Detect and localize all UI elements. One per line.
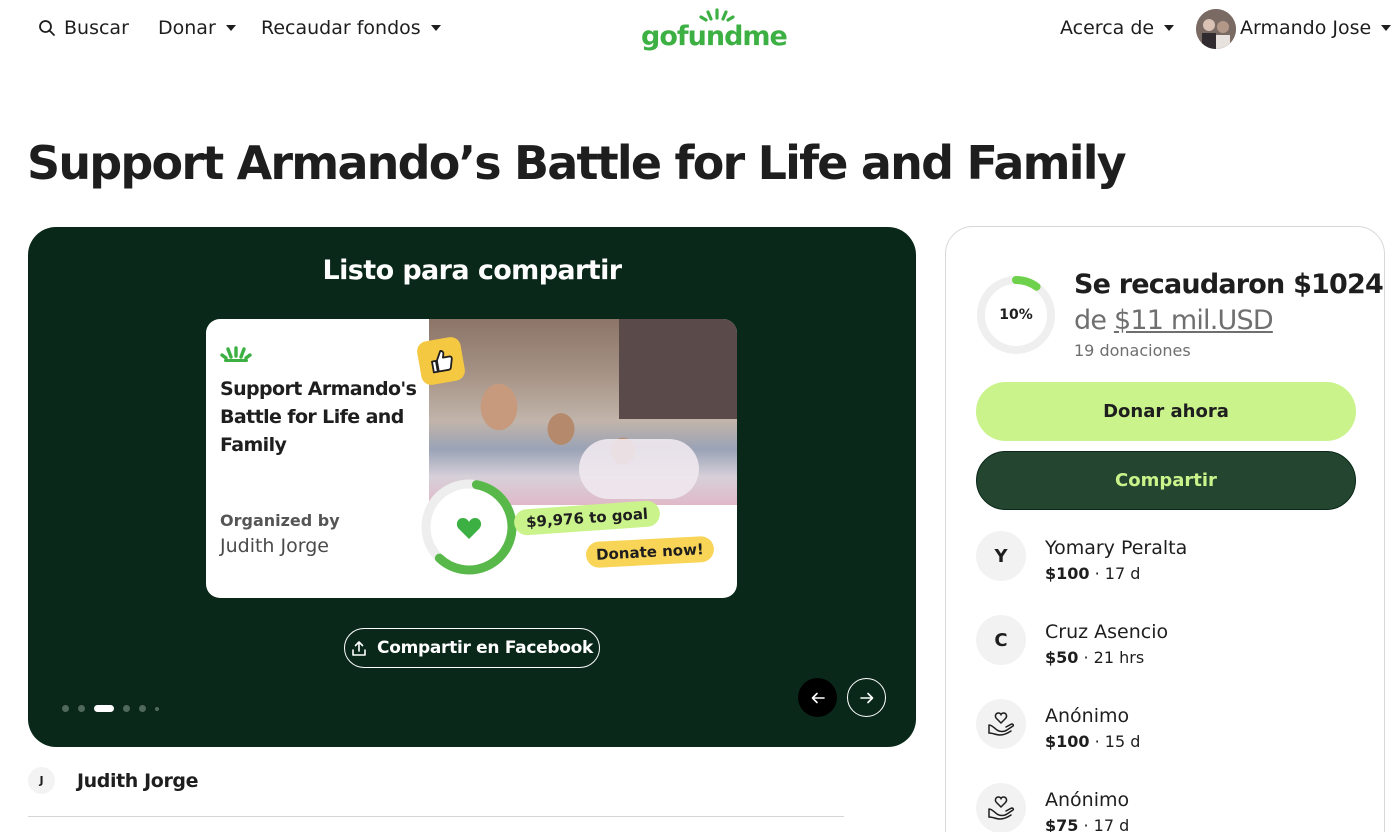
donor-avatar [976,699,1026,749]
donor-avatar: C [976,615,1026,665]
logo-text: gofundme [641,21,788,52]
caret-down-icon [225,25,236,31]
donate-menu-label: Donar [158,17,216,39]
carousel-dot[interactable] [78,705,85,712]
donor-avatar: Y [976,531,1026,581]
page-title: Support Armando’s Battle for Life and Fa… [27,136,1127,190]
donor-name: Anónimo [1045,789,1130,811]
donor-avatar [976,783,1026,832]
carousel-dot-active[interactable] [94,705,114,712]
donate-menu[interactable]: Donar [158,17,236,39]
donor-item: Anónimo $100 · 15 d [976,699,1140,751]
logo-sun-icon [699,8,735,22]
caret-down-icon [430,25,441,31]
thumbs-up-icon [415,335,467,387]
search-icon [39,20,55,36]
divider [28,816,844,817]
donation-summary-card: 10% Se recaudaron $1024 de $11 mil.USD 1… [945,226,1385,832]
user-menu[interactable]: Armando Jose [1240,17,1392,39]
carousel-dot[interactable] [155,706,159,711]
donor-item: C Cruz Asencio $50 · 21 hrs [976,615,1168,667]
search-label: Buscar [64,17,129,39]
share-upload-icon [352,640,366,656]
donor-name: Anónimo [1045,705,1130,727]
arrow-right-icon [859,692,873,703]
caret-down-icon [1164,25,1175,31]
carousel-dot[interactable] [62,705,69,712]
organizer-name: Judith Jorge [77,769,199,792]
donation-count: 19 donaciones [1074,341,1191,360]
organizer-avatar: J [28,767,55,794]
goal-line: de $11 mil.USD [1074,305,1274,336]
about-menu[interactable]: Acerca de [1060,17,1175,39]
fundraise-menu[interactable]: Recaudar fondos [261,17,441,39]
preview-organizer-name: Judith Jorge [220,535,329,557]
donor-name: Cruz Asencio [1045,621,1169,643]
gofundme-sun-icon [220,346,252,362]
donor-item: Anónimo $75 · 17 d [976,783,1129,832]
preview-campaign-title: Support Armando's Battle for Life and Fa… [220,378,417,456]
donor-time: · 15 d [1089,732,1141,751]
donor-amount: $50 [1045,648,1079,667]
share-panel: Listo para compartir Support Armando's B… [28,227,916,747]
avatar-photo [1196,9,1236,49]
caret-down-icon [1381,25,1392,31]
carousel-prev-button[interactable] [798,678,837,717]
share-facebook-label: Compartir en Facebook [377,638,593,658]
heart-hand-icon [988,796,1015,820]
carousel-dot[interactable] [123,705,130,712]
donor-amount: $100 [1045,732,1090,751]
donor-name: Yomary Peralta [1045,537,1188,559]
carousel-pagination [62,705,159,712]
goal-amount: $11 mil.USD [1113,305,1274,336]
donor-amount: $100 [1045,564,1090,583]
heart-hand-icon [988,712,1015,736]
donor-time: · 17 d [1089,564,1141,583]
carousel-dot[interactable] [139,705,146,712]
gofundme-logo[interactable]: gofundme [641,8,788,52]
donor-amount: $75 [1045,816,1079,832]
share-heading: Listo para compartir [322,255,623,286]
user-name: Armando Jose [1240,17,1372,39]
donate-now-button[interactable]: Donar ahora [976,382,1356,441]
top-navigation: Buscar Donar Recaudar fondos gofundme Ac… [0,0,1400,60]
donor-item: Y Yomary Peralta $100 · 17 d [976,531,1187,583]
goal-prefix: de [1074,305,1114,336]
share-preview-card: Support Armando's Battle for Life and Fa… [206,319,737,598]
user-avatar[interactable] [1196,9,1236,49]
to-goal-pill: $9,976 to goal [513,499,661,537]
search-link[interactable]: Buscar [38,17,129,39]
donor-time: · 17 d [1078,816,1130,832]
donor-time: · 21 hrs [1078,648,1145,667]
fundraise-menu-label: Recaudar fondos [261,17,421,39]
donate-now-pill: Donate now! [585,535,715,569]
progress-percent: 10% [999,307,1033,323]
organizer-row[interactable]: J Judith Jorge [28,767,199,794]
carousel-next-button[interactable] [847,678,886,717]
organized-by-label: Organized by [220,511,340,530]
amount-raised: Se recaudaron $1024 [1074,269,1384,300]
about-menu-label: Acerca de [1060,17,1155,39]
arrow-left-icon [811,692,825,703]
goal-progress-ring [421,479,517,575]
share-button[interactable]: Compartir [976,451,1356,510]
share-facebook-button[interactable]: Compartir en Facebook [344,628,600,668]
